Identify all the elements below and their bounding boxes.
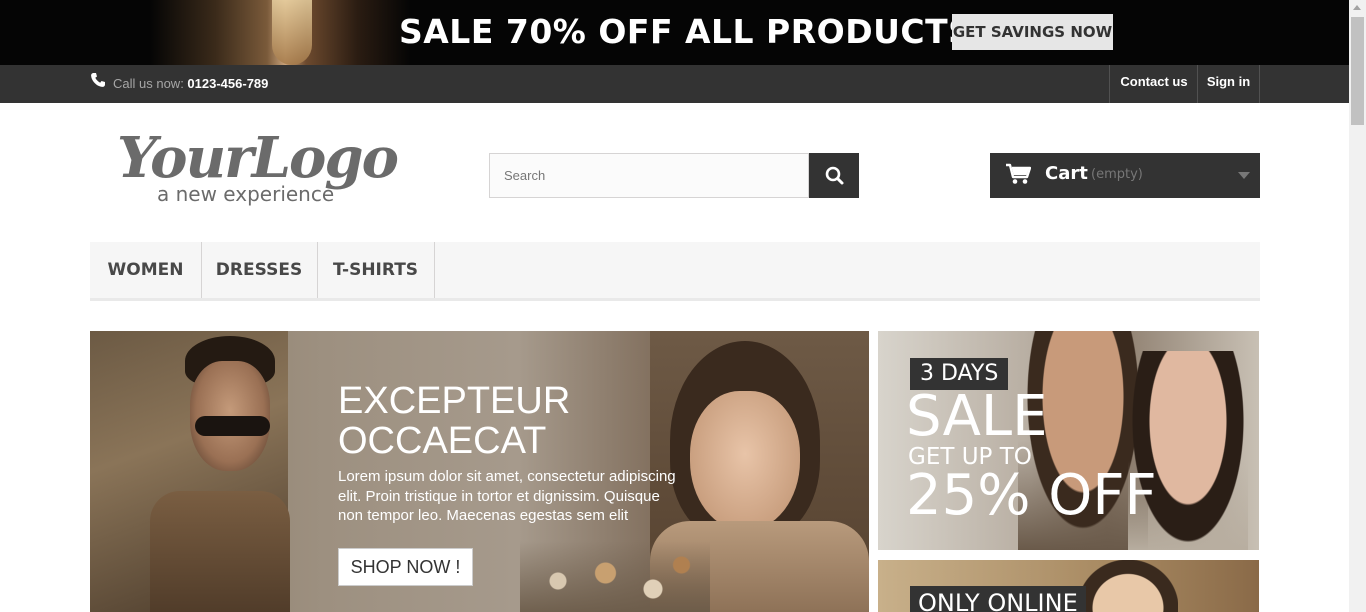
slide-title-line1: EXCEPTEUR: [338, 380, 571, 422]
contact-us-link[interactable]: Contact us: [1109, 65, 1198, 103]
call-label: Call us now:: [113, 76, 188, 91]
online-tag: ONLY ONLINE: [910, 586, 1086, 612]
site-logo[interactable]: YourLogo a new experience: [113, 125, 403, 210]
slide-title: EXCEPTEUR OCCAECAT: [338, 381, 678, 461]
promo-block-online[interactable]: ONLY ONLINE: [878, 560, 1259, 612]
search-input[interactable]: [489, 153, 809, 198]
scroll-up-arrow-icon[interactable]: [1353, 5, 1361, 10]
main-menu: WOMEN DRESSES T-SHIRTS: [90, 242, 1260, 301]
promo-model-photo: [150, 0, 410, 65]
get-savings-button[interactable]: GET SAVINGS NOW: [952, 14, 1113, 50]
slide-title-line2: OCCAECAT: [338, 420, 547, 462]
chevron-down-icon: [1238, 172, 1250, 179]
search-icon: [825, 166, 844, 185]
logo-tagline: a new experience: [157, 182, 334, 206]
menu-item-dresses[interactable]: DRESSES: [201, 242, 318, 298]
homepage-slider[interactable]: EXCEPTEUR OCCAECAT Lorem ipsum dolor sit…: [90, 331, 869, 612]
slider-flowers-image: [520, 541, 710, 612]
slider-image-man: [90, 331, 290, 612]
cart-label: Cart: [1045, 163, 1088, 184]
search-button[interactable]: [809, 153, 859, 198]
sale-percent: 25% OFF: [906, 463, 1157, 528]
cart-status: (empty): [1091, 167, 1143, 182]
promo-banner[interactable]: SALE 70% OFF ALL PRODUCTS GET SAVINGS NO…: [0, 0, 1349, 65]
sale-headline: SALE: [906, 384, 1048, 449]
promo-headline: SALE 70% OFF ALL PRODUCTS: [399, 12, 973, 51]
promo-image-model: [1078, 560, 1178, 612]
cart-icon: [1006, 163, 1031, 184]
cart-dropdown[interactable]: Cart (empty): [990, 153, 1260, 198]
scroll-thumb[interactable]: [1351, 17, 1364, 125]
slide-description: Lorem ipsum dolor sit amet, consectetur …: [338, 468, 676, 524]
top-nav-bar: Call us now: 0123-456-789 Contact us Sig…: [0, 65, 1349, 103]
sign-in-link[interactable]: Sign in: [1197, 65, 1260, 103]
shop-now-button[interactable]: SHOP NOW !: [338, 548, 473, 586]
page-scrollbar[interactable]: [1349, 0, 1366, 612]
phone-icon: [91, 73, 105, 87]
menu-item-women[interactable]: WOMEN: [90, 242, 202, 298]
call-us-text: Call us now: 0123-456-789: [113, 76, 268, 91]
phone-number: 0123-456-789: [187, 76, 269, 91]
menu-item-tshirts[interactable]: T-SHIRTS: [317, 242, 435, 298]
promo-block-sale[interactable]: 3 DAYS SALE GET UP TO 25% OFF: [878, 331, 1259, 550]
